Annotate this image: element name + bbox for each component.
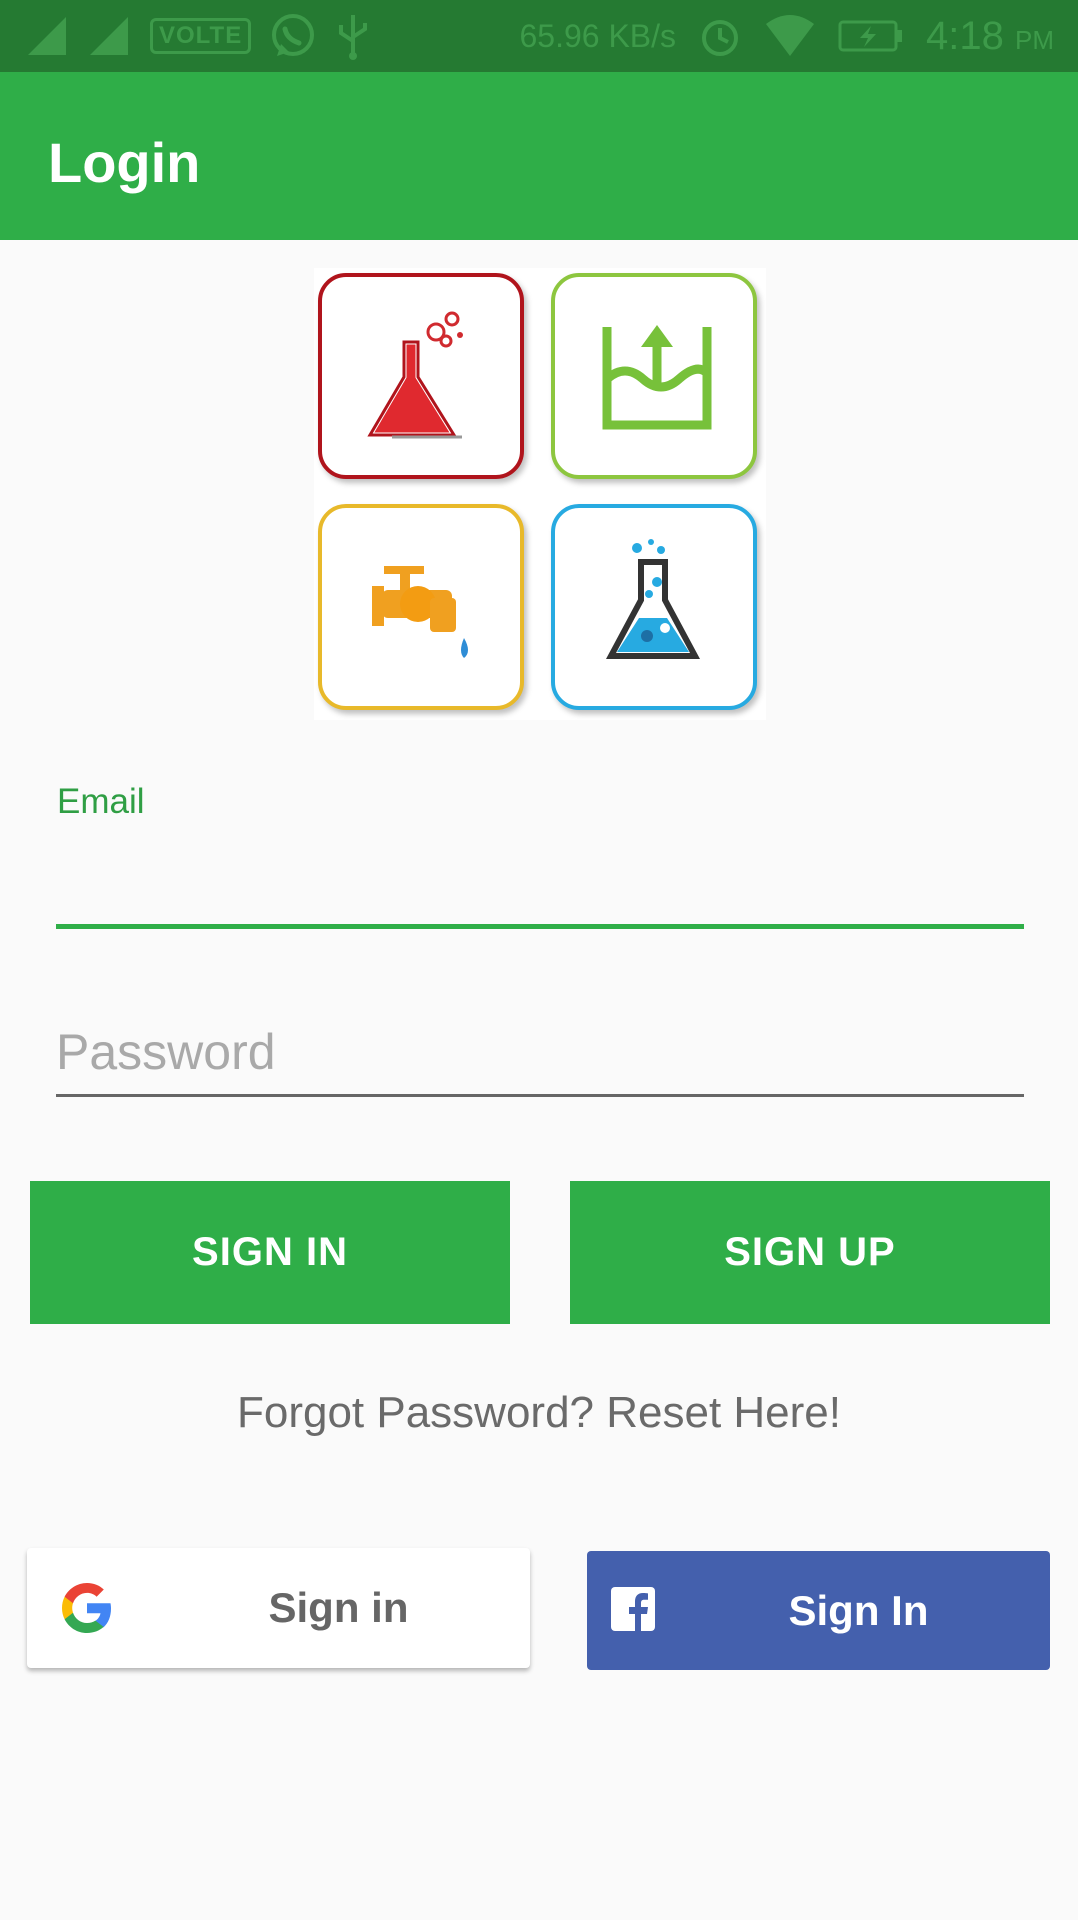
clock: 4:18 PM bbox=[926, 14, 1054, 59]
facebook-sign-in-label: Sign In bbox=[788, 1586, 929, 1634]
clock-ampm: PM bbox=[1015, 24, 1054, 55]
usb-icon bbox=[339, 15, 368, 60]
clock-time: 4:18 bbox=[926, 13, 1004, 58]
whatsapp-icon bbox=[272, 14, 315, 56]
password-input[interactable] bbox=[56, 1010, 1024, 1097]
water-level-up-icon bbox=[602, 325, 712, 430]
facebook-f-icon bbox=[611, 1587, 655, 1631]
logo-tile-water-level bbox=[551, 273, 757, 479]
wifi-icon bbox=[766, 15, 815, 56]
status-bar: VOLTE 65.96 KB/s 4:18 PM bbox=[0, 0, 1078, 72]
email-input[interactable] bbox=[56, 840, 1024, 929]
logo-tile-water-tap bbox=[318, 504, 524, 710]
google-g-icon bbox=[62, 1583, 111, 1633]
sign-up-button[interactable]: SIGN UP bbox=[570, 1181, 1050, 1324]
flask-bubbles-icon bbox=[365, 311, 463, 439]
volte-badge: VOLTE bbox=[150, 18, 252, 54]
facebook-sign-in-button[interactable]: Sign In bbox=[587, 1551, 1050, 1670]
alarm-icon bbox=[702, 20, 739, 56]
email-label: Email bbox=[57, 782, 145, 821]
water-tap-icon bbox=[372, 566, 468, 658]
battery-charging-icon bbox=[838, 20, 903, 52]
google-sign-in-button[interactable]: Sign in bbox=[27, 1548, 530, 1668]
signal-sim2-icon bbox=[90, 17, 128, 55]
app-bar: Login bbox=[0, 72, 1078, 240]
lab-flask-icon bbox=[605, 539, 701, 659]
logo-tile-flask-bubbles bbox=[318, 273, 524, 479]
logo-tile-lab-flask bbox=[551, 504, 757, 710]
network-speed: 65.96 KB/s bbox=[519, 17, 677, 54]
page-title: Login bbox=[48, 131, 201, 194]
app-logo bbox=[314, 268, 766, 720]
google-sign-in-label: Sign in bbox=[268, 1584, 409, 1631]
sign-in-button[interactable]: SIGN IN bbox=[30, 1181, 510, 1324]
forgot-password-link[interactable]: Forgot Password? Reset Here! bbox=[0, 1388, 1078, 1438]
signal-sim1-icon bbox=[28, 17, 66, 55]
